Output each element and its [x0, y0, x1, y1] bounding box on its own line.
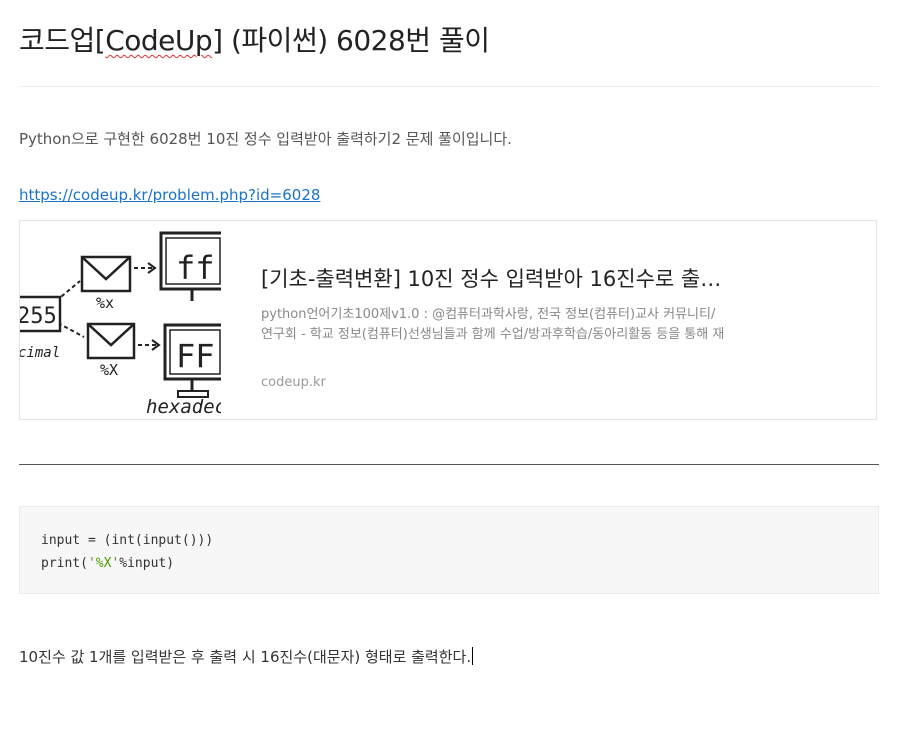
title-divider: [19, 86, 879, 87]
thumb-hex-lower: ff: [176, 249, 215, 287]
card-description: python언어기초100제v1.0 : @컴퓨터과학사랑, 전국 정보(컴퓨터…: [261, 307, 725, 342]
code-string: '%X': [87, 556, 120, 571]
page-title: 코드업[CodeUp] (파이썬) 6028번 풀이: [19, 24, 490, 57]
text-caret: [472, 647, 474, 665]
problem-link[interactable]: https://codeup.kr/problem.php?id=6028: [19, 186, 320, 204]
thumb-fmt-upper: %X: [100, 361, 118, 379]
section-divider: [19, 464, 879, 465]
card-title[interactable]: [기초-출력변환] 10진 정수 입력받아 16진수로 출력하기2: [261, 263, 731, 293]
thumb-left-caption: cimal: [20, 345, 60, 361]
code-line-1: input = (int(input())): [41, 533, 214, 548]
title-brand: CodeUp: [105, 24, 213, 57]
thumb-fmt-lower: %x: [96, 294, 114, 312]
intro-paragraph: Python으로 구현한 6028번 10진 정수 입력받아 출력하기2 문제 …: [19, 130, 512, 148]
outro-paragraph[interactable]: 10진수 값 1개를 입력받은 후 출력 시 16진수(대문자) 형태로 출력한…: [19, 646, 474, 667]
card-host: codeup.kr: [261, 375, 326, 390]
thumb-bottom-caption: hexadeci: [146, 396, 221, 418]
envelope-top-icon: [80, 255, 132, 293]
envelope-bottom-icon: [86, 322, 136, 360]
thumb-left-number: 255: [20, 304, 57, 329]
link-preview-card[interactable]: ff FF %x %X 255 cimal hexade [기초-출력변환] 1…: [19, 220, 877, 420]
code-block[interactable]: input = (int(input())) print('%X'%input): [19, 506, 879, 594]
code-line-2: print('%X'%input): [41, 556, 175, 571]
card-thumbnail: ff FF %x %X 255 cimal hexade: [20, 221, 221, 419]
thumb-hex-upper: FF: [176, 337, 215, 375]
